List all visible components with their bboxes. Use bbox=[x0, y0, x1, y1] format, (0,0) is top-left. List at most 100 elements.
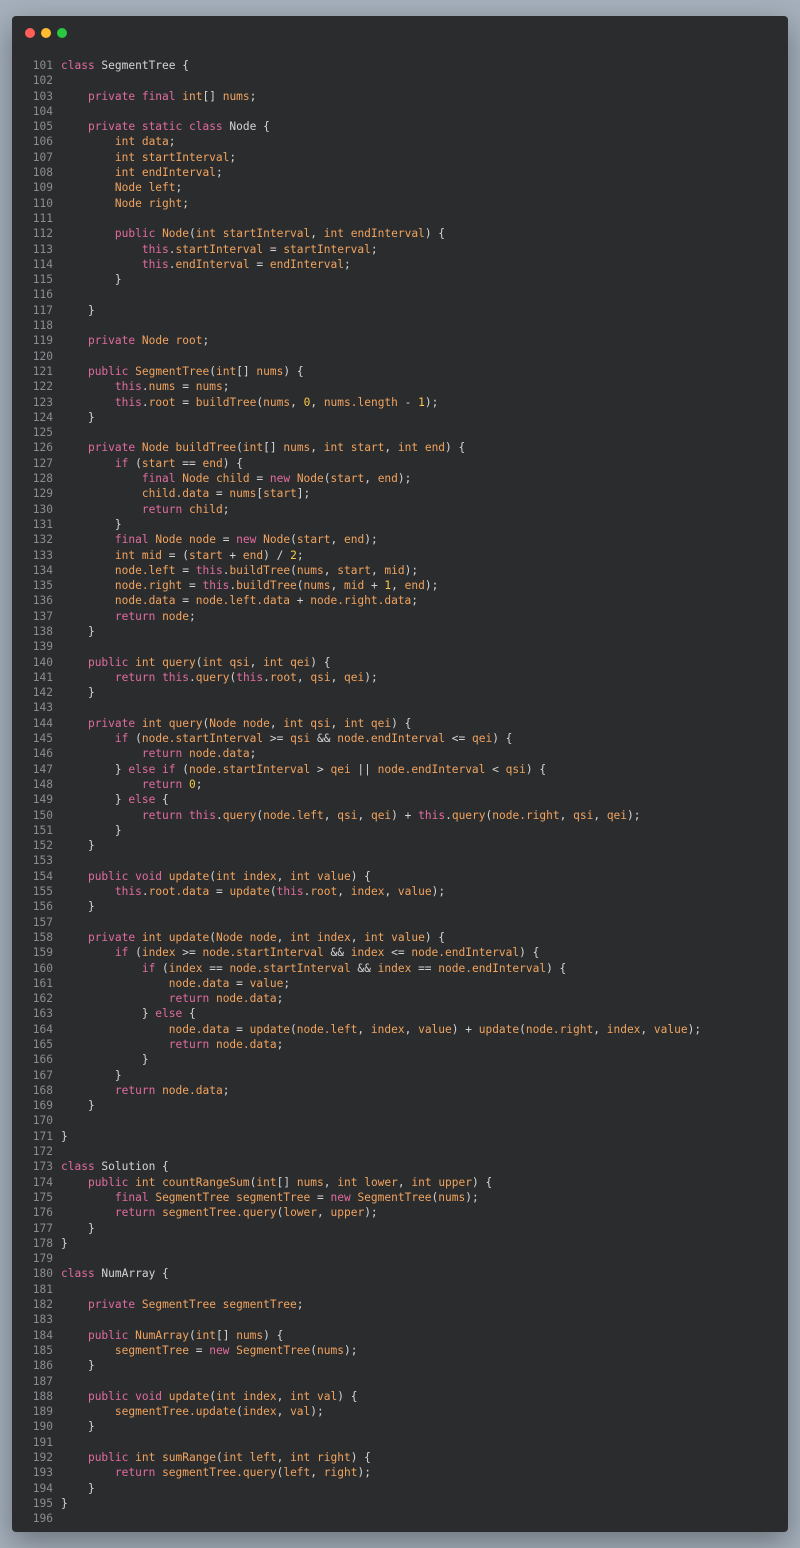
code-token: ; bbox=[249, 747, 257, 761]
code-token: ( bbox=[155, 961, 169, 975]
line-number: 170 bbox=[32, 1114, 53, 1128]
line-number: 134 bbox=[32, 563, 53, 577]
code-token: Node bbox=[162, 227, 190, 241]
code-line: 120 bbox=[12, 349, 788, 364]
code-line: 101 class SegmentTree { bbox=[12, 58, 788, 73]
code-line: 148 return 0; bbox=[12, 777, 788, 792]
code-line: 123 this.root = buildTree(nums, 0, nums.… bbox=[12, 395, 788, 410]
line-number: 128 bbox=[32, 472, 53, 486]
code-token: nums bbox=[263, 395, 291, 409]
code-token: else bbox=[128, 793, 156, 807]
code-token: buildTree bbox=[236, 579, 297, 593]
code-token: , bbox=[364, 472, 378, 486]
code-token: , bbox=[384, 441, 398, 455]
code-line: 128 final Node child = new Node(start, e… bbox=[12, 471, 788, 486]
code-token: public void bbox=[87, 1389, 163, 1403]
line-number: 167 bbox=[32, 1068, 53, 1082]
code-token: } bbox=[61, 410, 95, 424]
code-token: private bbox=[87, 334, 136, 348]
code-line: 114 this.endInterval = endInterval; bbox=[12, 257, 788, 272]
code-line: 116 bbox=[12, 287, 788, 302]
code-line: 150 return this.query(node.left, qsi, qe… bbox=[12, 808, 788, 823]
code-token: qsi bbox=[310, 670, 331, 684]
code-line: 145 if (node.startInterval >= qsi && nod… bbox=[12, 731, 788, 746]
line-number: 148 bbox=[32, 777, 53, 791]
code-token: start bbox=[330, 472, 365, 486]
code-token: this bbox=[162, 670, 190, 684]
code-token: = bbox=[175, 594, 196, 608]
line-number: 151 bbox=[32, 823, 53, 837]
code-token: this bbox=[418, 808, 446, 822]
code-token: qsi bbox=[573, 808, 594, 822]
line-number: 182 bbox=[32, 1298, 53, 1312]
code-line: 121 public SegmentTree(int[] nums) { bbox=[12, 364, 788, 379]
code-token: . bbox=[168, 242, 176, 256]
code-token: ) { bbox=[350, 1451, 371, 1465]
code-token: root bbox=[269, 670, 297, 684]
code-token: . bbox=[263, 670, 270, 684]
code-line: 177 } bbox=[12, 1221, 788, 1236]
code-token: ) { bbox=[525, 762, 547, 776]
line-number: 173 bbox=[32, 1160, 53, 1174]
code-token: = bbox=[188, 1343, 210, 1357]
code-token: end bbox=[377, 472, 398, 486]
code-token: ( bbox=[209, 1389, 216, 1403]
line-number: 110 bbox=[32, 196, 53, 210]
code-token: qei bbox=[606, 808, 628, 822]
code-token: ; bbox=[175, 181, 183, 195]
close-dot-icon[interactable] bbox=[25, 28, 35, 38]
code-token: else if bbox=[128, 762, 176, 776]
code-token: return bbox=[168, 1038, 210, 1051]
code-line: 134 node.left = this.buildTree(nums, sta… bbox=[12, 563, 788, 578]
code-token: , bbox=[310, 441, 324, 455]
code-token: node.data bbox=[215, 1038, 277, 1051]
code-token: , bbox=[290, 395, 304, 409]
code-token: Node child bbox=[182, 472, 250, 486]
minimize-dot-icon[interactable] bbox=[41, 28, 51, 38]
code-token: int data bbox=[114, 135, 169, 149]
line-number: 131 bbox=[32, 517, 53, 531]
code-token: lower bbox=[283, 1206, 318, 1220]
line-number: 122 bbox=[32, 380, 53, 394]
code-token: <= bbox=[384, 946, 412, 960]
code-line: 193 return segmentTree.query(left, right… bbox=[12, 1465, 788, 1480]
code-line: 111 bbox=[12, 211, 788, 226]
code-token: int update bbox=[141, 930, 210, 944]
code-line: 136 node.data = node.left.data + node.ri… bbox=[12, 593, 788, 608]
code-token: node.data bbox=[162, 1083, 223, 1097]
code-token: value bbox=[397, 885, 432, 899]
line-number: 185 bbox=[32, 1343, 53, 1357]
code-token: ) { bbox=[391, 716, 412, 730]
code-line: 165 return node.data; bbox=[12, 1037, 788, 1052]
code-token: end bbox=[404, 579, 425, 593]
code-line: 102 bbox=[12, 73, 788, 88]
code-line: 142 } bbox=[12, 685, 788, 700]
code-token: = bbox=[175, 380, 196, 394]
code-line: 156 } bbox=[12, 899, 788, 914]
code-token: } bbox=[61, 686, 95, 700]
code-token: , bbox=[276, 869, 291, 883]
code-line: 186 } bbox=[12, 1358, 788, 1373]
code-line: 139 bbox=[12, 639, 788, 654]
code-token: ( bbox=[128, 456, 142, 470]
code-token: update bbox=[478, 1022, 520, 1036]
code-line: 117 } bbox=[12, 303, 788, 318]
line-number: 118 bbox=[32, 319, 53, 333]
code-line: 154 public void update(int index, int va… bbox=[12, 869, 788, 884]
code-token: SegmentTree bbox=[135, 364, 210, 378]
maximize-dot-icon[interactable] bbox=[57, 28, 67, 38]
line-number: 116 bbox=[32, 288, 53, 302]
code-token: qei bbox=[370, 808, 392, 822]
code-token: } bbox=[61, 1129, 68, 1143]
